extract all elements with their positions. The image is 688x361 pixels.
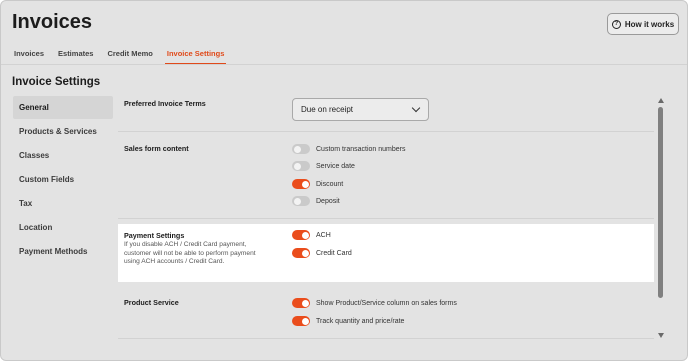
question-circle-icon: ? — [611, 19, 621, 29]
page-title: Invoices — [12, 11, 93, 33]
toggle-knob — [301, 317, 309, 325]
toggle-knob — [293, 197, 301, 205]
sidebar-item-products-services[interactable]: Products & Services — [13, 120, 113, 143]
toggle-knob — [301, 231, 309, 239]
toggle-knob — [293, 145, 301, 153]
toggle-row-service-date: Service date — [292, 160, 355, 172]
sidebar-item-general[interactable]: General — [13, 96, 113, 119]
payment-settings-label: Payment Settings — [124, 231, 185, 240]
tab-bar: Invoices Estimates Credit Memo Invoice S… — [14, 46, 238, 64]
sales-form-label: Sales form content — [124, 144, 189, 153]
toggle-row-ach: ACH — [292, 229, 331, 241]
tab-estimates[interactable]: Estimates — [58, 46, 93, 64]
sidebar-item-classes[interactable]: Classes — [13, 144, 113, 167]
discount-label: Discount — [316, 180, 344, 188]
product-service-label: Product Service — [124, 298, 179, 307]
toggle-knob — [301, 249, 309, 257]
preferred-terms-value: Due on receipt — [301, 105, 354, 114]
show-product-service-column-label: Show Product/Service column on sales for… — [316, 299, 457, 307]
deposit-toggle[interactable] — [292, 196, 310, 206]
payment-settings-row: Payment Settings If you disable ACH / Cr… — [118, 224, 654, 282]
chevron-down-icon — [411, 103, 421, 113]
settings-content: Preferred Invoice Terms Due on receipt S… — [118, 89, 656, 347]
service-date-label: Service date — [316, 162, 355, 170]
scroll-down-arrow-icon[interactable] — [658, 333, 664, 338]
service-date-toggle[interactable] — [292, 161, 310, 171]
sidebar-item-location[interactable]: Location — [13, 216, 113, 239]
track-quantity-price-label: Track quantity and price/rate — [316, 317, 405, 325]
credit-card-label: Credit Card — [316, 249, 352, 257]
credit-card-toggle[interactable] — [292, 248, 310, 258]
sidebar-item-custom-fields[interactable]: Custom Fields — [13, 168, 113, 191]
toggle-row-show-product-service-column: Show Product/Service column on sales for… — [292, 297, 457, 309]
preferred-terms-select[interactable]: Due on receipt — [292, 98, 429, 121]
toggle-row-discount: Discount — [292, 178, 343, 190]
ach-label: ACH — [316, 231, 331, 239]
show-product-service-column-toggle[interactable] — [292, 298, 310, 308]
tab-invoice-settings[interactable]: Invoice Settings — [164, 46, 226, 64]
how-it-works-label: How it works — [624, 19, 675, 29]
app-window: Invoices ? How it works Invoices Estimat… — [0, 0, 688, 361]
sidebar-item-tax[interactable]: Tax — [13, 192, 113, 215]
custom-transaction-numbers-toggle[interactable] — [292, 144, 310, 154]
scroll-up-arrow-icon[interactable] — [658, 98, 664, 103]
toggle-row-custom-transaction-numbers: Custom transaction numbers — [292, 143, 405, 155]
ach-toggle[interactable] — [292, 230, 310, 240]
toggle-knob — [301, 180, 309, 188]
preferred-terms-row: Preferred Invoice Terms Due on receipt — [118, 89, 654, 132]
deposit-label: Deposit — [316, 197, 340, 205]
settings-sidebar: General Products & Services Classes Cust… — [13, 96, 113, 264]
section-title: Invoice Settings — [12, 76, 101, 88]
sales-form-row: Sales form content Custom transaction nu… — [118, 132, 654, 219]
toggle-row-track-quantity-price: Track quantity and price/rate — [292, 315, 404, 327]
toggle-row-deposit: Deposit — [292, 195, 340, 207]
how-it-works-button[interactable]: ? How it works — [607, 13, 679, 35]
tabs-divider — [1, 64, 687, 65]
discount-toggle[interactable] — [292, 179, 310, 189]
track-quantity-price-toggle[interactable] — [292, 316, 310, 326]
tab-invoices[interactable]: Invoices — [14, 46, 44, 64]
scrollbar-thumb[interactable] — [658, 107, 663, 298]
toggle-knob — [293, 162, 301, 170]
preferred-terms-label: Preferred Invoice Terms — [124, 99, 206, 108]
tab-credit-memo[interactable]: Credit Memo — [107, 46, 152, 64]
sidebar-item-payment-methods[interactable]: Payment Methods — [13, 240, 113, 263]
toggle-row-credit-card: Credit Card — [292, 247, 352, 259]
toggle-knob — [301, 299, 309, 307]
custom-transaction-numbers-label: Custom transaction numbers — [316, 145, 406, 153]
product-service-row: Product Service Show Product/Service col… — [118, 289, 654, 339]
payment-settings-description: If you disable ACH / Credit Card payment… — [124, 241, 256, 266]
